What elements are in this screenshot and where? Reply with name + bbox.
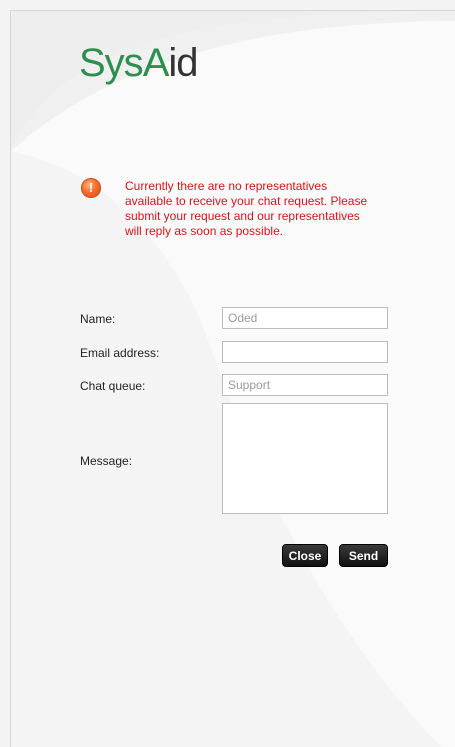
close-button[interactable]: Close xyxy=(282,544,328,567)
email-label: Email address: xyxy=(80,346,160,360)
email-field[interactable] xyxy=(222,341,388,363)
sysaid-logo: SysAid xyxy=(79,41,199,85)
alert-message: Currently there are no representatives a… xyxy=(125,179,368,238)
name-field[interactable] xyxy=(222,307,388,329)
logo-prefix: Sys xyxy=(79,41,144,85)
exclamation-icon: ! xyxy=(81,178,101,198)
message-label: Message: xyxy=(80,454,133,468)
name-label: Name: xyxy=(80,312,116,326)
send-button[interactable]: Send xyxy=(339,544,388,567)
message-textarea[interactable] xyxy=(222,403,388,514)
chat-window: SysAid ! Currently there are no represen… xyxy=(10,10,455,747)
logo-accent: A xyxy=(142,41,170,85)
queue-label: Chat queue: xyxy=(80,379,146,393)
logo-suffix: id xyxy=(168,41,198,85)
chat-queue-field[interactable] xyxy=(222,374,388,396)
